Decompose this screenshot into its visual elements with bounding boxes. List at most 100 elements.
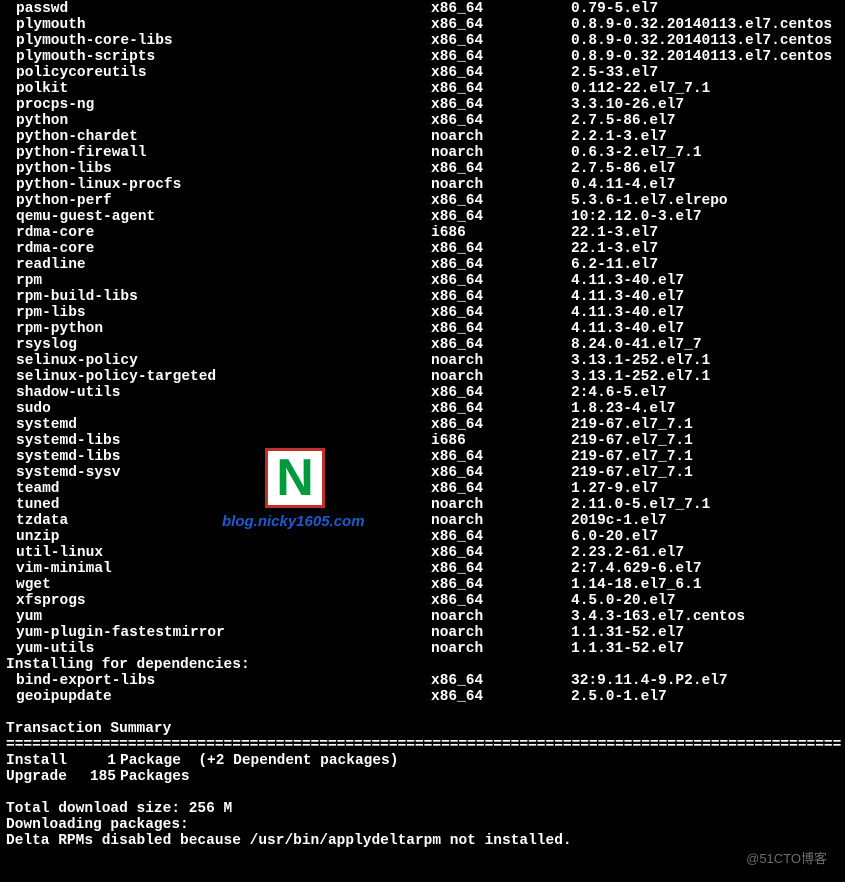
package-row: python-libsx86_642.7.5-86.el7 bbox=[6, 161, 845, 177]
blank-line bbox=[6, 705, 845, 721]
package-arch: noarch bbox=[431, 129, 571, 145]
package-version: 10:2.12.0-3.el7 bbox=[571, 209, 702, 225]
package-arch: x86_64 bbox=[431, 81, 571, 97]
package-version: 2:4.6-5.el7 bbox=[571, 385, 667, 401]
upgrade-summary: Upgrade 185 Packages bbox=[6, 769, 845, 785]
package-name: qemu-guest-agent bbox=[6, 209, 431, 225]
package-row: vim-minimalx86_642:7.4.629-6.el7 bbox=[6, 561, 845, 577]
package-version: 2.2.1-3.el7 bbox=[571, 129, 667, 145]
package-row: systemd-sysvx86_64219-67.el7_7.1 bbox=[6, 465, 845, 481]
package-version: 219-67.el7_7.1 bbox=[571, 465, 693, 481]
package-arch: x86_64 bbox=[431, 337, 571, 353]
package-version: 0.8.9-0.32.20140113.el7.centos bbox=[571, 17, 832, 33]
package-arch: x86_64 bbox=[431, 161, 571, 177]
package-arch: x86_64 bbox=[431, 289, 571, 305]
package-version: 4.11.3-40.el7 bbox=[571, 321, 684, 337]
package-name: plymouth-core-libs bbox=[6, 33, 431, 49]
package-name: yum bbox=[6, 609, 431, 625]
package-row: tunednoarch2.11.0-5.el7_7.1 bbox=[6, 497, 845, 513]
package-name: rpm-libs bbox=[6, 305, 431, 321]
package-row: rdma-corex86_6422.1-3.el7 bbox=[6, 241, 845, 257]
package-row: plymouth-scriptsx86_640.8.9-0.32.2014011… bbox=[6, 49, 845, 65]
package-row: rpm-pythonx86_644.11.3-40.el7 bbox=[6, 321, 845, 337]
package-version: 3.13.1-252.el7.1 bbox=[571, 369, 710, 385]
package-name: plymouth bbox=[6, 17, 431, 33]
package-version: 2:7.4.629-6.el7 bbox=[571, 561, 702, 577]
total-download: Total download size: 256 M bbox=[6, 801, 845, 817]
package-version: 4.5.0-20.el7 bbox=[571, 593, 675, 609]
package-row: plymouth-core-libsx86_640.8.9-0.32.20140… bbox=[6, 33, 845, 49]
package-name: python-firewall bbox=[6, 145, 431, 161]
package-name: selinux-policy bbox=[6, 353, 431, 369]
package-name: rpm-build-libs bbox=[6, 289, 431, 305]
package-row: unzipx86_646.0-20.el7 bbox=[6, 529, 845, 545]
package-name: procps-ng bbox=[6, 97, 431, 113]
package-row: policycoreutilsx86_642.5-33.el7 bbox=[6, 65, 845, 81]
package-version: 0.4.11-4.el7 bbox=[571, 177, 675, 193]
terminal-output[interactable]: passwdx86_640.79-5.el7plymouthx86_640.8.… bbox=[0, 0, 845, 849]
package-version: 32:9.11.4-9.P2.el7 bbox=[571, 673, 728, 689]
package-arch: x86_64 bbox=[431, 273, 571, 289]
install-extra: (+2 Dependent packages) bbox=[198, 753, 398, 769]
package-name: teamd bbox=[6, 481, 431, 497]
package-arch: x86_64 bbox=[431, 305, 571, 321]
package-arch: x86_64 bbox=[431, 241, 571, 257]
package-arch: i686 bbox=[431, 433, 571, 449]
package-arch: x86_64 bbox=[431, 481, 571, 497]
package-version: 0.8.9-0.32.20140113.el7.centos bbox=[571, 49, 832, 65]
package-arch: x86_64 bbox=[431, 65, 571, 81]
dependency-list: bind-export-libsx86_6432:9.11.4-9.P2.el7… bbox=[6, 673, 845, 705]
package-version: 6.0-20.el7 bbox=[571, 529, 658, 545]
package-version: 2.7.5-86.el7 bbox=[571, 113, 675, 129]
package-version: 1.1.31-52.el7 bbox=[571, 625, 684, 641]
package-row: rpmx86_644.11.3-40.el7 bbox=[6, 273, 845, 289]
package-arch: x86_64 bbox=[431, 673, 571, 689]
install-unit: Package bbox=[120, 753, 181, 769]
package-version: 3.3.10-26.el7 bbox=[571, 97, 684, 113]
package-version: 0.8.9-0.32.20140113.el7.centos bbox=[571, 33, 832, 49]
package-list: passwdx86_640.79-5.el7plymouthx86_640.8.… bbox=[6, 1, 845, 657]
package-row: procps-ngx86_643.3.10-26.el7 bbox=[6, 97, 845, 113]
package-name: systemd-sysv bbox=[6, 465, 431, 481]
package-name: rpm bbox=[6, 273, 431, 289]
package-row: geoipupdatex86_642.5.0-1.el7 bbox=[6, 689, 845, 705]
package-arch: x86_64 bbox=[431, 401, 571, 417]
package-arch: x86_64 bbox=[431, 465, 571, 481]
package-arch: x86_64 bbox=[431, 17, 571, 33]
package-arch: noarch bbox=[431, 625, 571, 641]
install-count: 1 bbox=[80, 753, 120, 769]
deps-header: Installing for dependencies: bbox=[6, 657, 845, 673]
package-version: 4.11.3-40.el7 bbox=[571, 273, 684, 289]
package-arch: x86_64 bbox=[431, 545, 571, 561]
package-name: tuned bbox=[6, 497, 431, 513]
package-version: 2.5-33.el7 bbox=[571, 65, 658, 81]
package-arch: x86_64 bbox=[431, 417, 571, 433]
package-version: 1.1.31-52.el7 bbox=[571, 641, 684, 657]
package-row: systemdx86_64219-67.el7_7.1 bbox=[6, 417, 845, 433]
package-name: plymouth-scripts bbox=[6, 49, 431, 65]
package-arch: x86_64 bbox=[431, 33, 571, 49]
package-row: selinux-policy-targetednoarch3.13.1-252.… bbox=[6, 369, 845, 385]
package-name: tzdata bbox=[6, 513, 431, 529]
package-row: python-firewallnoarch0.6.3-2.el7_7.1 bbox=[6, 145, 845, 161]
package-arch: x86_64 bbox=[431, 257, 571, 273]
package-name: policycoreutils bbox=[6, 65, 431, 81]
package-version: 3.4.3-163.el7.centos bbox=[571, 609, 745, 625]
package-row: passwdx86_640.79-5.el7 bbox=[6, 1, 845, 17]
package-arch: x86_64 bbox=[431, 321, 571, 337]
package-name: rdma-core bbox=[6, 225, 431, 241]
package-arch: i686 bbox=[431, 225, 571, 241]
upgrade-count: 185 bbox=[80, 769, 120, 785]
package-name: yum-utils bbox=[6, 641, 431, 657]
package-name: unzip bbox=[6, 529, 431, 545]
package-row: teamdx86_641.27-9.el7 bbox=[6, 481, 845, 497]
delta-rpms-msg: Delta RPMs disabled because /usr/bin/app… bbox=[6, 833, 845, 849]
package-arch: x86_64 bbox=[431, 113, 571, 129]
package-arch: noarch bbox=[431, 513, 571, 529]
package-arch: noarch bbox=[431, 641, 571, 657]
package-version: 2.7.5-86.el7 bbox=[571, 161, 675, 177]
package-version: 1.8.23-4.el7 bbox=[571, 401, 675, 417]
upgrade-unit: Packages bbox=[120, 769, 190, 785]
package-row: sudox86_641.8.23-4.el7 bbox=[6, 401, 845, 417]
package-version: 5.3.6-1.el7.elrepo bbox=[571, 193, 728, 209]
